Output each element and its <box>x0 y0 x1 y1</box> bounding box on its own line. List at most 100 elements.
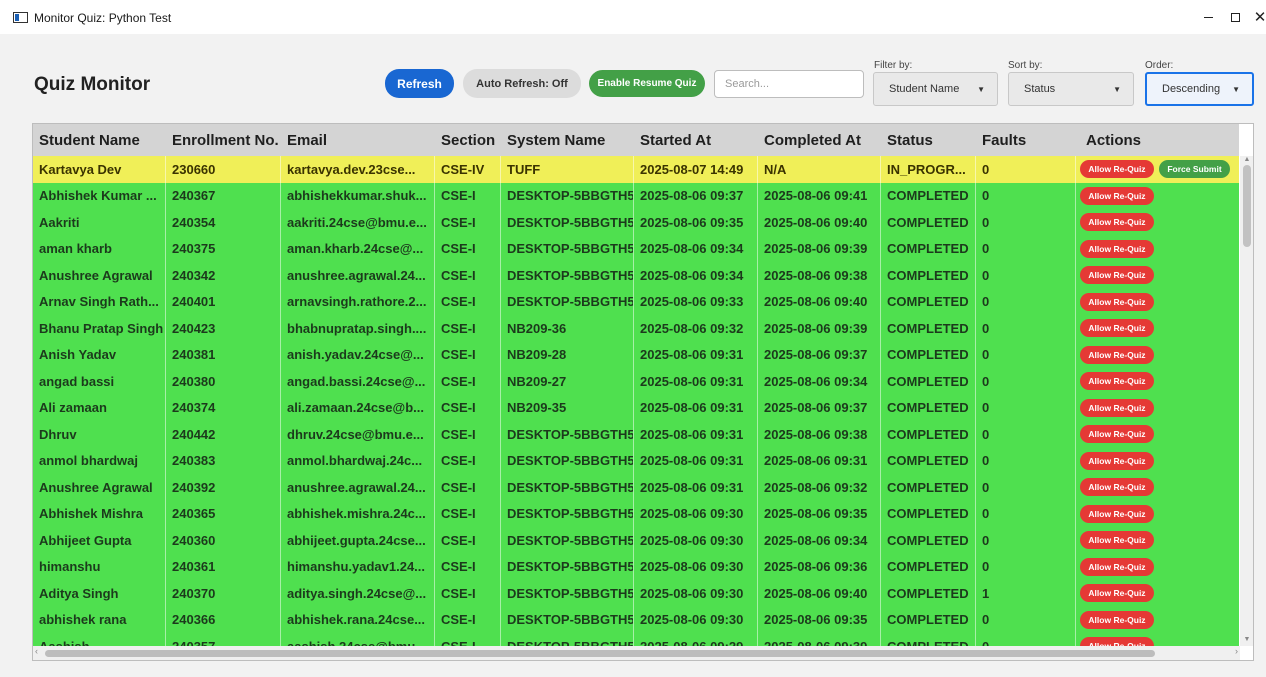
allow-requiz-button[interactable]: Allow Re-Quiz <box>1080 372 1154 391</box>
table-row[interactable]: Ali zamaan 240374 ali.zamaan.24cse@b... CSE… <box>33 394 1239 421</box>
filter-label: Filter by: <box>874 60 913 71</box>
search-input[interactable] <box>714 70 864 98</box>
table-row[interactable]: Aakriti 240354 aakriti.24cse@bmu.e... CSE-I… <box>33 209 1239 236</box>
table-row[interactable]: Dhruv 240442 dhruv.24cse@bmu.e... CSE-I DESK… <box>33 421 1239 448</box>
cell-system: NB209-36 <box>501 315 634 342</box>
cell-completed: 2025-08-06 09:40 <box>758 288 881 315</box>
column-header[interactable]: Status <box>881 124 976 156</box>
scroll-down-icon[interactable]: ▼ <box>1240 636 1253 646</box>
column-header[interactable]: Student Name <box>33 124 166 156</box>
allow-requiz-button[interactable]: Allow Re-Quiz <box>1080 186 1154 205</box>
allow-requiz-button[interactable]: Allow Re-Quiz <box>1080 504 1154 523</box>
table-row[interactable]: Abhishek Kumar ... 240367 abhishekkumar.sh… <box>33 182 1239 210</box>
cell-completed: 2025-08-06 09:39 <box>758 315 881 342</box>
allow-requiz-button[interactable]: Allow Re-Quiz <box>1080 557 1154 576</box>
allow-requiz-button[interactable]: Allow Re-Quiz <box>1080 425 1154 444</box>
table-row[interactable]: angad bassi 240380 angad.bassi.24cse@... CS… <box>33 368 1239 395</box>
allow-requiz-button[interactable]: Allow Re-Quiz <box>1080 266 1154 285</box>
cell-section: CSE-I <box>435 474 501 501</box>
column-header[interactable]: Faults <box>976 124 1076 156</box>
allow-requiz-button[interactable]: Allow Re-Quiz <box>1080 398 1154 417</box>
scroll-left-icon[interactable]: ‹ <box>35 646 38 656</box>
cell-completed: 2025-08-06 09:41 <box>758 182 881 209</box>
table-row[interactable]: Aditya Singh 240370 aditya.singh.24cse@...… <box>33 580 1239 607</box>
cell-system: DESKTOP-5BBGTH5 <box>501 182 634 209</box>
auto-refresh-toggle[interactable]: Auto Refresh: Off <box>463 69 581 98</box>
cell-started: 2025-08-06 09:31 <box>634 447 758 474</box>
table-row[interactable]: Arnav Singh Rath... 240401 arnavsingh.rath… <box>33 288 1239 315</box>
column-header[interactable]: Actions <box>1076 124 1239 156</box>
table-row[interactable]: Anushree Agrawal 240342 anushree.agrawal.2… <box>33 262 1239 289</box>
table-row[interactable]: Anish Yadav 240381 anish.yadav.24cse@... CS… <box>33 341 1239 368</box>
sort-select[interactable]: Status ▼ <box>1008 72 1134 106</box>
table-row[interactable]: anmol bhardwaj 240383 anmol.bhardwaj.24c..… <box>33 447 1239 474</box>
cell-enrollment: 240381 <box>166 341 281 368</box>
cell-status: COMPLETED <box>881 421 976 448</box>
cell-system: DESKTOP-5BBGTH5 <box>501 500 634 527</box>
cell-faults: 0 <box>976 315 1076 342</box>
table-row[interactable]: Abhishek Mishra 240365 abhishek.mishra.24c… <box>33 500 1239 527</box>
column-header[interactable]: Section <box>435 124 501 156</box>
allow-requiz-button[interactable]: Allow Re-Quiz <box>1080 451 1154 470</box>
cell-faults: 0 <box>976 288 1076 315</box>
horizontal-scrollbar[interactable]: ‹ › <box>33 646 1240 660</box>
cell-faults: 0 <box>976 553 1076 580</box>
cell-enrollment: 240367 <box>166 182 281 209</box>
table-row[interactable]: abhishek rana 240366 abhishek.rana.24cse..… <box>33 606 1239 634</box>
cell-enrollment: 240354 <box>166 209 281 236</box>
minimize-button[interactable] <box>1196 6 1220 28</box>
chevron-down-icon: ▼ <box>977 84 985 94</box>
allow-requiz-button[interactable]: Allow Re-Quiz <box>1080 319 1154 338</box>
cell-status: COMPLETED <box>881 500 976 527</box>
order-select[interactable]: Descending ▼ <box>1145 72 1254 106</box>
scroll-thumb[interactable] <box>1243 165 1251 247</box>
allow-requiz-button[interactable]: Allow Re-Quiz <box>1080 478 1154 497</box>
cell-status: COMPLETED <box>881 288 976 315</box>
filter-select[interactable]: Student Name ▼ <box>873 72 998 106</box>
allow-requiz-button[interactable]: Allow Re-Quiz <box>1080 292 1154 311</box>
cell-actions: Allow Re-Quiz <box>1076 607 1239 634</box>
cell-started: 2025-08-06 09:37 <box>634 182 758 209</box>
allow-requiz-button[interactable]: Allow Re-Quiz <box>1080 345 1154 364</box>
app-icon <box>13 12 28 23</box>
cell-email: bhabnupratap.singh.... <box>281 315 435 342</box>
column-header[interactable]: Started At <box>634 124 758 156</box>
cell-started: 2025-08-06 09:33 <box>634 288 758 315</box>
cell-enrollment: 240365 <box>166 500 281 527</box>
table-row[interactable]: Kartavya Dev 230660 kartavya.dev.23cse... C… <box>33 156 1239 183</box>
cell-enrollment: 240370 <box>166 580 281 607</box>
column-header[interactable]: Email <box>281 124 435 156</box>
column-header[interactable]: Completed At <box>758 124 881 156</box>
column-header[interactable]: System Name <box>501 124 634 156</box>
table-row[interactable]: Anushree Agrawal 240392 anushree.agrawal.2… <box>33 474 1239 501</box>
allow-requiz-button[interactable]: Allow Re-Quiz <box>1080 610 1154 629</box>
scroll-right-icon[interactable]: › <box>1235 646 1238 656</box>
vertical-scrollbar[interactable]: ▲ ▼ <box>1240 156 1253 646</box>
table-row[interactable]: Abhijeet Gupta 240360 abhijeet.gupta.24cse… <box>33 527 1239 554</box>
table-row[interactable]: aman kharb 240375 aman.kharb.24cse@... CSE-… <box>33 235 1239 262</box>
allow-requiz-button[interactable]: Allow Re-Quiz <box>1080 160 1154 179</box>
cell-completed: 2025-08-06 09:35 <box>758 606 881 633</box>
cell-email: abhishekkumar.shuk... <box>281 182 435 209</box>
allow-requiz-button[interactable]: Allow Re-Quiz <box>1080 531 1154 550</box>
scroll-thumb[interactable] <box>45 650 1155 657</box>
refresh-button[interactable]: Refresh <box>385 69 454 98</box>
allow-requiz-button[interactable]: Allow Re-Quiz <box>1080 584 1154 603</box>
force-submit-button[interactable]: Force Submit <box>1159 160 1230 179</box>
cell-section: CSE-I <box>435 315 501 342</box>
column-header[interactable]: Enrollment No. <box>166 124 281 156</box>
cell-email: kartavya.dev.23cse... <box>281 156 435 183</box>
table-row[interactable]: Bhanu Pratap Singh 240423 bhabnupratap.sin… <box>33 315 1239 342</box>
table-row[interactable]: himanshu 240361 himanshu.yadav1.24... CSE-I… <box>33 553 1239 580</box>
cell-started: 2025-08-06 09:31 <box>634 368 758 395</box>
close-button[interactable]: ✕ <box>1248 6 1266 28</box>
maximize-button[interactable] <box>1223 6 1247 28</box>
cell-actions: Allow Re-Quiz <box>1076 183 1239 210</box>
cell-completed: 2025-08-06 09:36 <box>758 553 881 580</box>
enable-resume-quiz-button[interactable]: Enable Resume Quiz <box>589 70 705 97</box>
cell-started: 2025-08-06 09:30 <box>634 527 758 554</box>
allow-requiz-button[interactable]: Allow Re-Quiz <box>1080 213 1154 232</box>
allow-requiz-button[interactable]: Allow Re-Quiz <box>1080 239 1154 258</box>
cell-status: COMPLETED <box>881 368 976 395</box>
cell-completed: 2025-08-06 09:37 <box>758 341 881 368</box>
